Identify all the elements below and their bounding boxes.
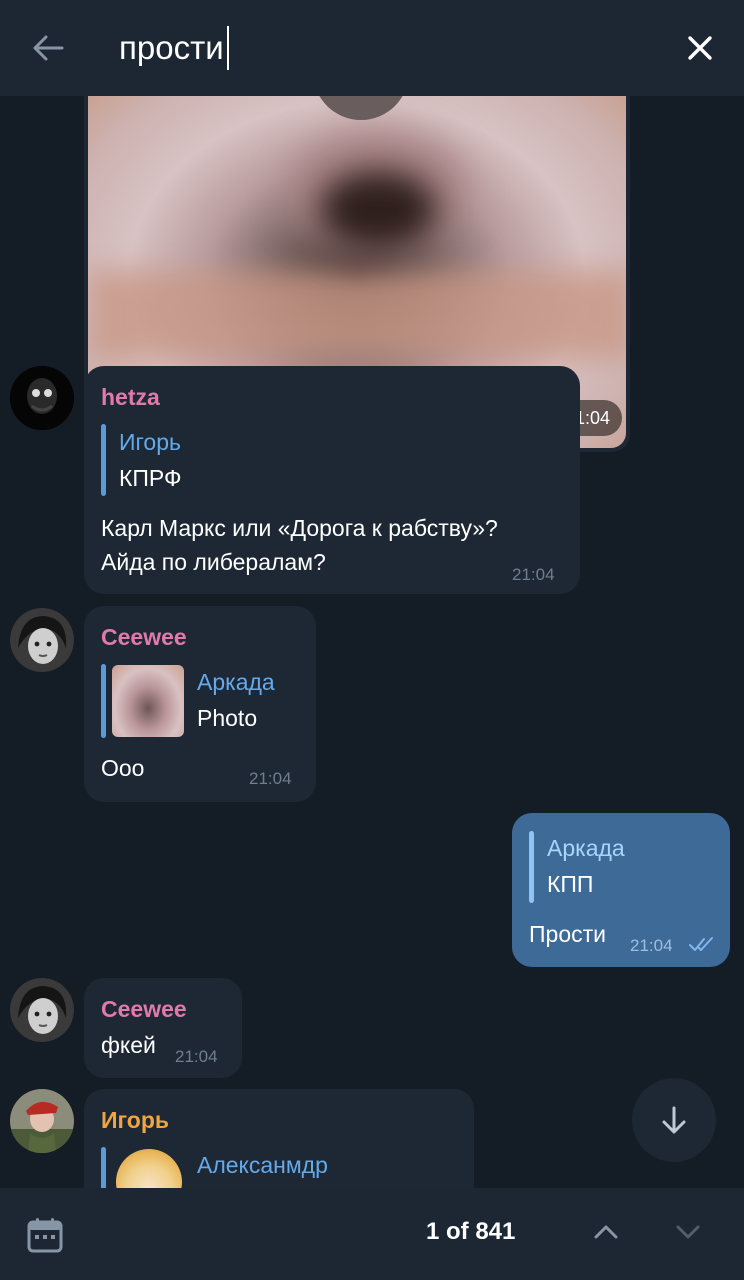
reply-quote-bar [101,664,106,738]
reply-text[interactable]: Photo [197,705,257,732]
chevron-up-icon[interactable] [590,1216,622,1248]
search-result-counter: 1 of 841 [426,1218,516,1245]
search-results-bar: 1 of 841 [0,1188,744,1280]
search-header: прости [0,0,744,96]
text-cursor [227,26,229,70]
message-time: 21:04 [175,1047,218,1066]
reply-quote-bar [101,424,106,496]
message-bubble[interactable]: Ceewee Аркада Photo Ооо 21:04 [84,606,316,802]
reply-author[interactable]: Алексанмдр [197,1152,328,1179]
sender-name[interactable]: hetza [101,384,160,411]
reply-text[interactable]: КПРФ [119,465,182,492]
avatar-image [10,608,74,672]
avatar-ceewee[interactable] [10,608,74,672]
chevron-down-icon[interactable] [672,1216,704,1248]
reply-photo-thumbnail[interactable] [116,1149,182,1188]
message-text-line: Айда по либералам? [101,549,326,575]
message-text-line: Карл Маркс или «Дорога к рабству»? [101,515,498,541]
back-arrow-icon[interactable] [28,28,68,68]
message-bubble[interactable]: hetza Игорь КПРФ Карл Маркс или «Дорога … [84,366,580,594]
avatar-ceewee[interactable] [10,978,74,1042]
reply-author[interactable]: Аркада [197,669,275,696]
message-time: 21:04 [512,565,555,584]
sender-name[interactable]: Ceewee [101,624,187,651]
reply-quote-bar [101,1147,106,1188]
calendar-icon[interactable] [26,1216,64,1254]
reply-author[interactable]: Игорь [119,429,181,456]
message-text: Прости [529,921,606,947]
arrow-down-icon [662,1106,686,1134]
scroll-to-bottom-button[interactable] [632,1078,716,1162]
avatar-image [10,978,74,1042]
close-icon[interactable] [682,30,718,66]
sender-name[interactable]: Игорь [101,1107,169,1134]
reply-text[interactable]: КПП [547,871,593,898]
search-input[interactable]: прости [119,28,224,68]
avatar-igor[interactable] [10,1089,74,1153]
reply-quote-bar [529,831,534,903]
message-time: 21:04 [630,936,673,955]
message-text: фкей [101,1032,156,1058]
reply-photo-thumbnail[interactable] [112,665,184,737]
sender-name[interactable]: Ceewee [101,996,187,1023]
message-bubble[interactable]: Игорь Алексанмдр [84,1089,474,1188]
double-check-icon [689,937,713,951]
message-text: Ооо [101,755,145,781]
message-time: 21:04 [249,769,292,788]
message-bubble[interactable]: Ceewee фкей 21:04 [84,978,242,1078]
avatar-hetza[interactable] [10,366,74,430]
chat-history[interactable]: 21:04 hetza Игорь КПРФ Карл Маркс или «Д… [0,96,744,1188]
avatar-image [10,1089,74,1153]
avatar-image [10,366,74,430]
reply-author[interactable]: Аркада [547,835,625,862]
outgoing-message-bubble[interactable]: Аркада КПП Прости 21:04 [512,813,730,967]
